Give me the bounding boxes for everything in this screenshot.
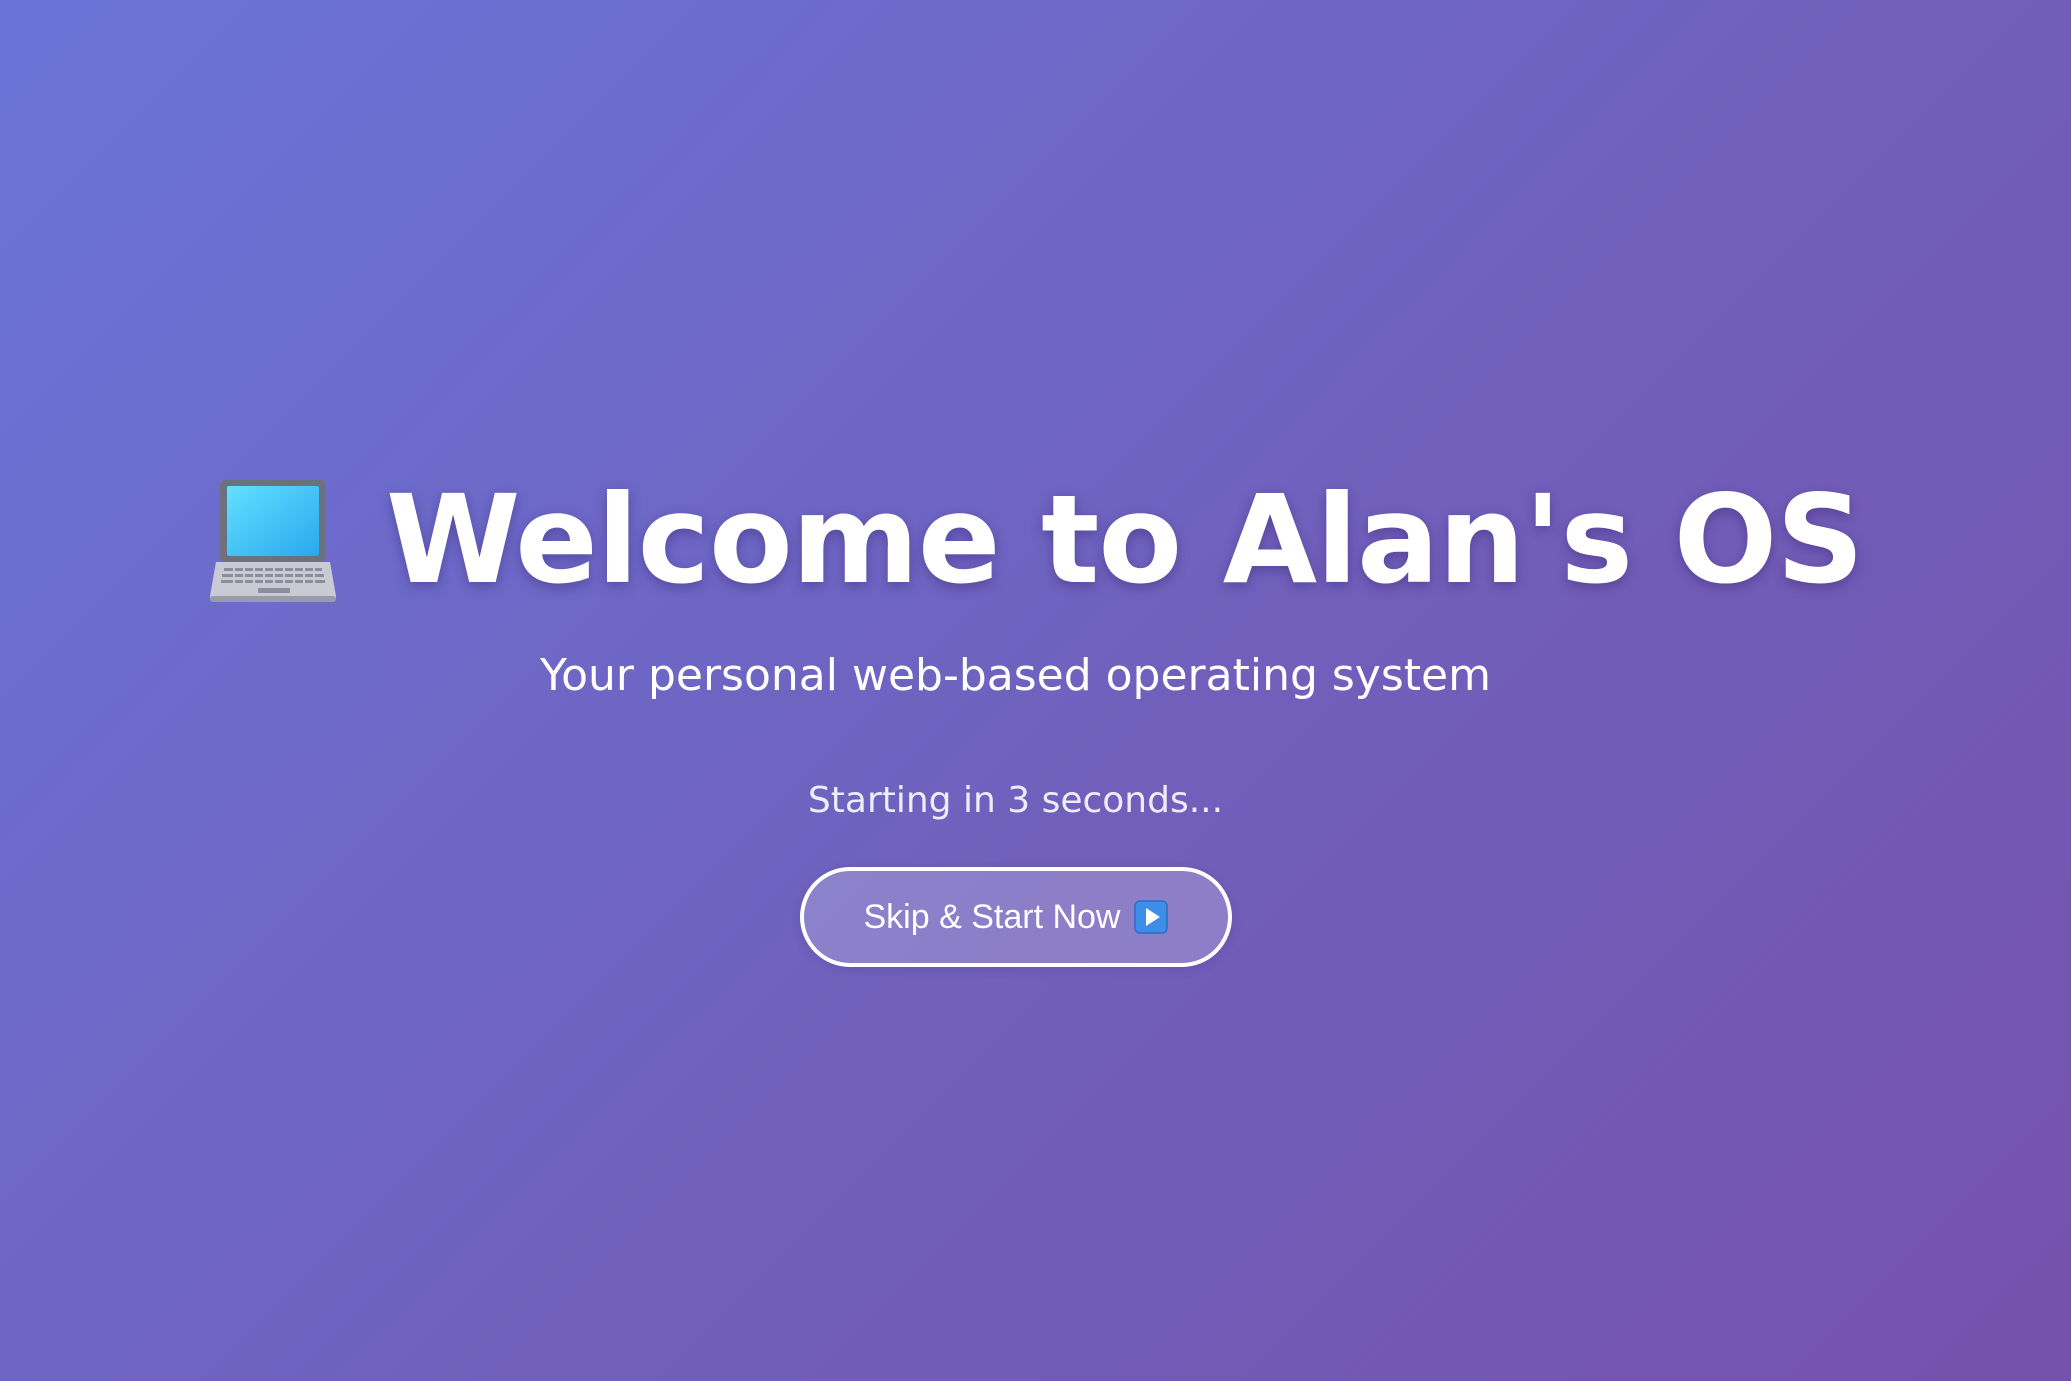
title-row: Welcome to Alan's OS [0,460,2071,620]
laptop-icon [209,480,336,602]
splash-screen: Welcome to Alan's OS Your personal web-b… [0,0,2071,1381]
play-icon [1134,900,1169,934]
countdown-text: Starting in 3 seconds... [807,780,1224,821]
skip-start-button[interactable]: Skip & Start Now [800,867,1232,967]
page-title: Welcome to Alan's OS [385,469,1864,611]
skip-start-button-label: Skip & Start Now [863,897,1121,936]
page-subtitle: Your personal web-based operating system [540,650,1491,701]
